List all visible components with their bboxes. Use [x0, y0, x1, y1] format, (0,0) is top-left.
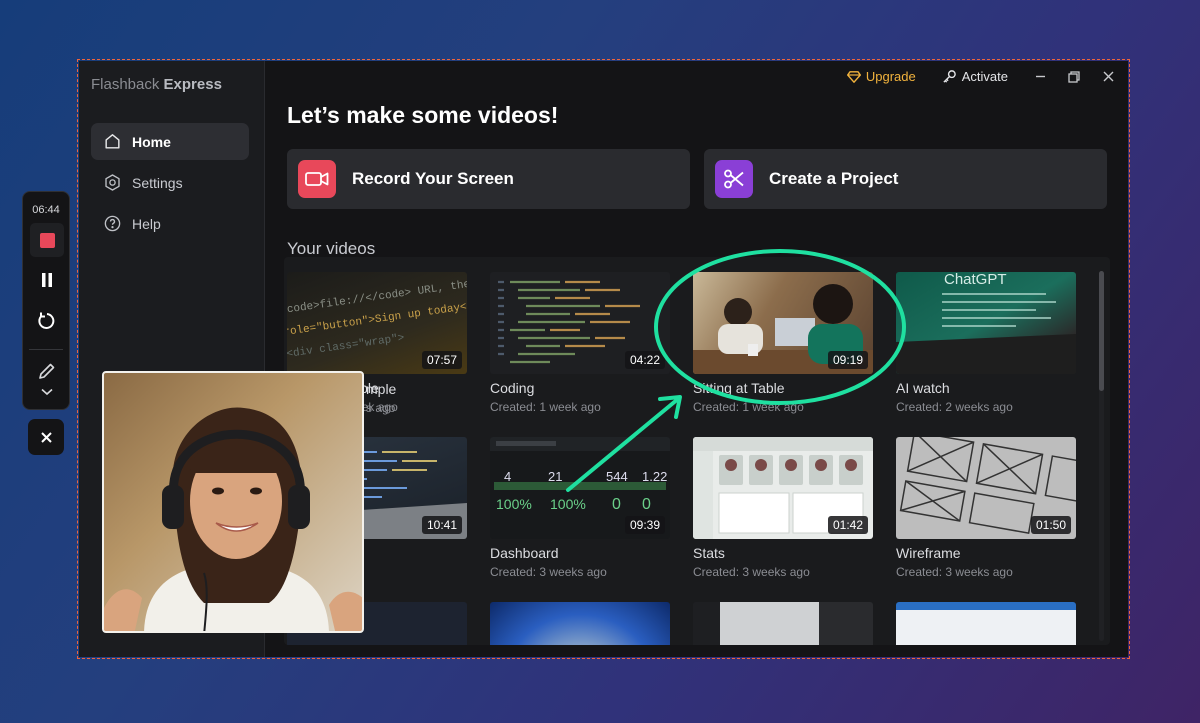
close-icon [40, 431, 52, 443]
video-title: Dashboard [490, 545, 559, 561]
recording-timer: 06:44 [32, 204, 60, 216]
pencil-icon [39, 363, 55, 379]
home-icon [105, 134, 120, 149]
video-thumbnail[interactable]: <code>file://</code> URL, the "h role="b… [287, 272, 467, 374]
video-title: Stats [693, 545, 725, 561]
page-title: Let’s make some videos! [287, 102, 559, 128]
video-date: Created: 3 weeks ago [490, 565, 607, 579]
restart-button[interactable] [30, 304, 64, 338]
upgrade-button[interactable]: Upgrade [846, 69, 916, 84]
video-duration: 09:39 [624, 516, 665, 534]
video-duration: 07:57 [421, 351, 462, 369]
partial-video-title: mple [366, 381, 397, 397]
video-card-row3-3[interactable] [693, 602, 873, 645]
video-thumbnail[interactable]: 04:22 [490, 272, 670, 374]
restore-icon[interactable] [1068, 70, 1080, 83]
video-title: AI watch [896, 380, 950, 396]
video-card-stats[interactable]: 01:42 Stats Created: 3 weeks ago [693, 437, 873, 579]
sidebar-item-home[interactable]: Home [91, 123, 249, 160]
draw-tool-dropdown[interactable] [30, 382, 64, 402]
record-screen-button[interactable]: Record Your Screen [287, 149, 690, 209]
close-icon[interactable] [1102, 71, 1114, 83]
help-icon [104, 215, 121, 232]
highlight-ellipse [654, 249, 906, 405]
pause-icon [42, 273, 52, 287]
stop-icon [39, 232, 55, 248]
video-title: Wireframe [896, 545, 961, 561]
stop-button[interactable] [30, 223, 64, 257]
video-card-row3-2[interactable] [490, 602, 670, 645]
scrollbar-thumb[interactable] [1099, 271, 1104, 391]
gear-icon [105, 174, 120, 191]
video-thumbnail[interactable] [896, 602, 1076, 645]
sidebar-item-label: Settings [132, 174, 183, 191]
svg-text:<div class="wrap">: <div class="wrap"> [287, 332, 405, 360]
sidebar-item-label: Home [132, 133, 171, 150]
restart-icon [38, 312, 55, 329]
create-project-button[interactable]: Create a Project [704, 149, 1107, 209]
minimize-icon[interactable] [1034, 71, 1046, 83]
scissors-icon [715, 160, 753, 198]
video-duration: 10:41 [421, 516, 462, 534]
dashboard-stat-value: 4 [504, 469, 511, 484]
video-card-ai-watch[interactable]: ChatGPT AI watch Created: 2 weeks ago [896, 272, 1076, 414]
chevron-down-icon [41, 388, 53, 396]
chatgpt-thumb-text: ChatGPT [944, 272, 1007, 288]
title-bar: Upgrade Activate [846, 69, 1114, 84]
sidebar-item-label: Help [132, 215, 161, 232]
your-videos-heading: Your videos [287, 239, 376, 258]
activate-button[interactable]: Activate [942, 69, 1008, 84]
close-recording-button[interactable] [28, 419, 64, 455]
video-card-wireframe[interactable]: 01:50 Wireframe Created: 3 weeks ago [896, 437, 1076, 579]
video-camera-icon [298, 160, 336, 198]
video-duration: 01:42 [827, 516, 868, 534]
video-thumbnail[interactable]: 01:50 [896, 437, 1076, 539]
video-thumbnail[interactable] [490, 602, 670, 645]
video-date: Created: 3 weeks ago [693, 565, 810, 579]
recording-toolbar: 06:44 [22, 191, 70, 410]
dashboard-stat-value: 100% [496, 496, 532, 512]
video-thumbnail[interactable] [693, 602, 873, 645]
video-duration: 01:50 [1030, 516, 1071, 534]
key-icon [943, 70, 956, 83]
pause-button[interactable] [30, 263, 64, 297]
sidebar-item-help[interactable]: Help [91, 205, 249, 242]
video-card-row3-4[interactable] [896, 602, 1076, 645]
app-brand: Flashback Express [91, 76, 222, 93]
webcam-overlay[interactable] [102, 371, 364, 633]
partial-video-date: s ago [366, 401, 396, 415]
sidebar-item-settings[interactable]: Settings [91, 164, 249, 201]
webcam-person-image [104, 407, 362, 631]
highlight-arrow [566, 395, 682, 492]
video-date: Created: 2 weeks ago [896, 400, 1013, 414]
video-thumbnail[interactable]: 01:42 [693, 437, 873, 539]
video-thumbnail[interactable]: ChatGPT [896, 272, 1076, 374]
diamond-icon [846, 70, 861, 83]
video-date: Created: 3 weeks ago [896, 565, 1013, 579]
